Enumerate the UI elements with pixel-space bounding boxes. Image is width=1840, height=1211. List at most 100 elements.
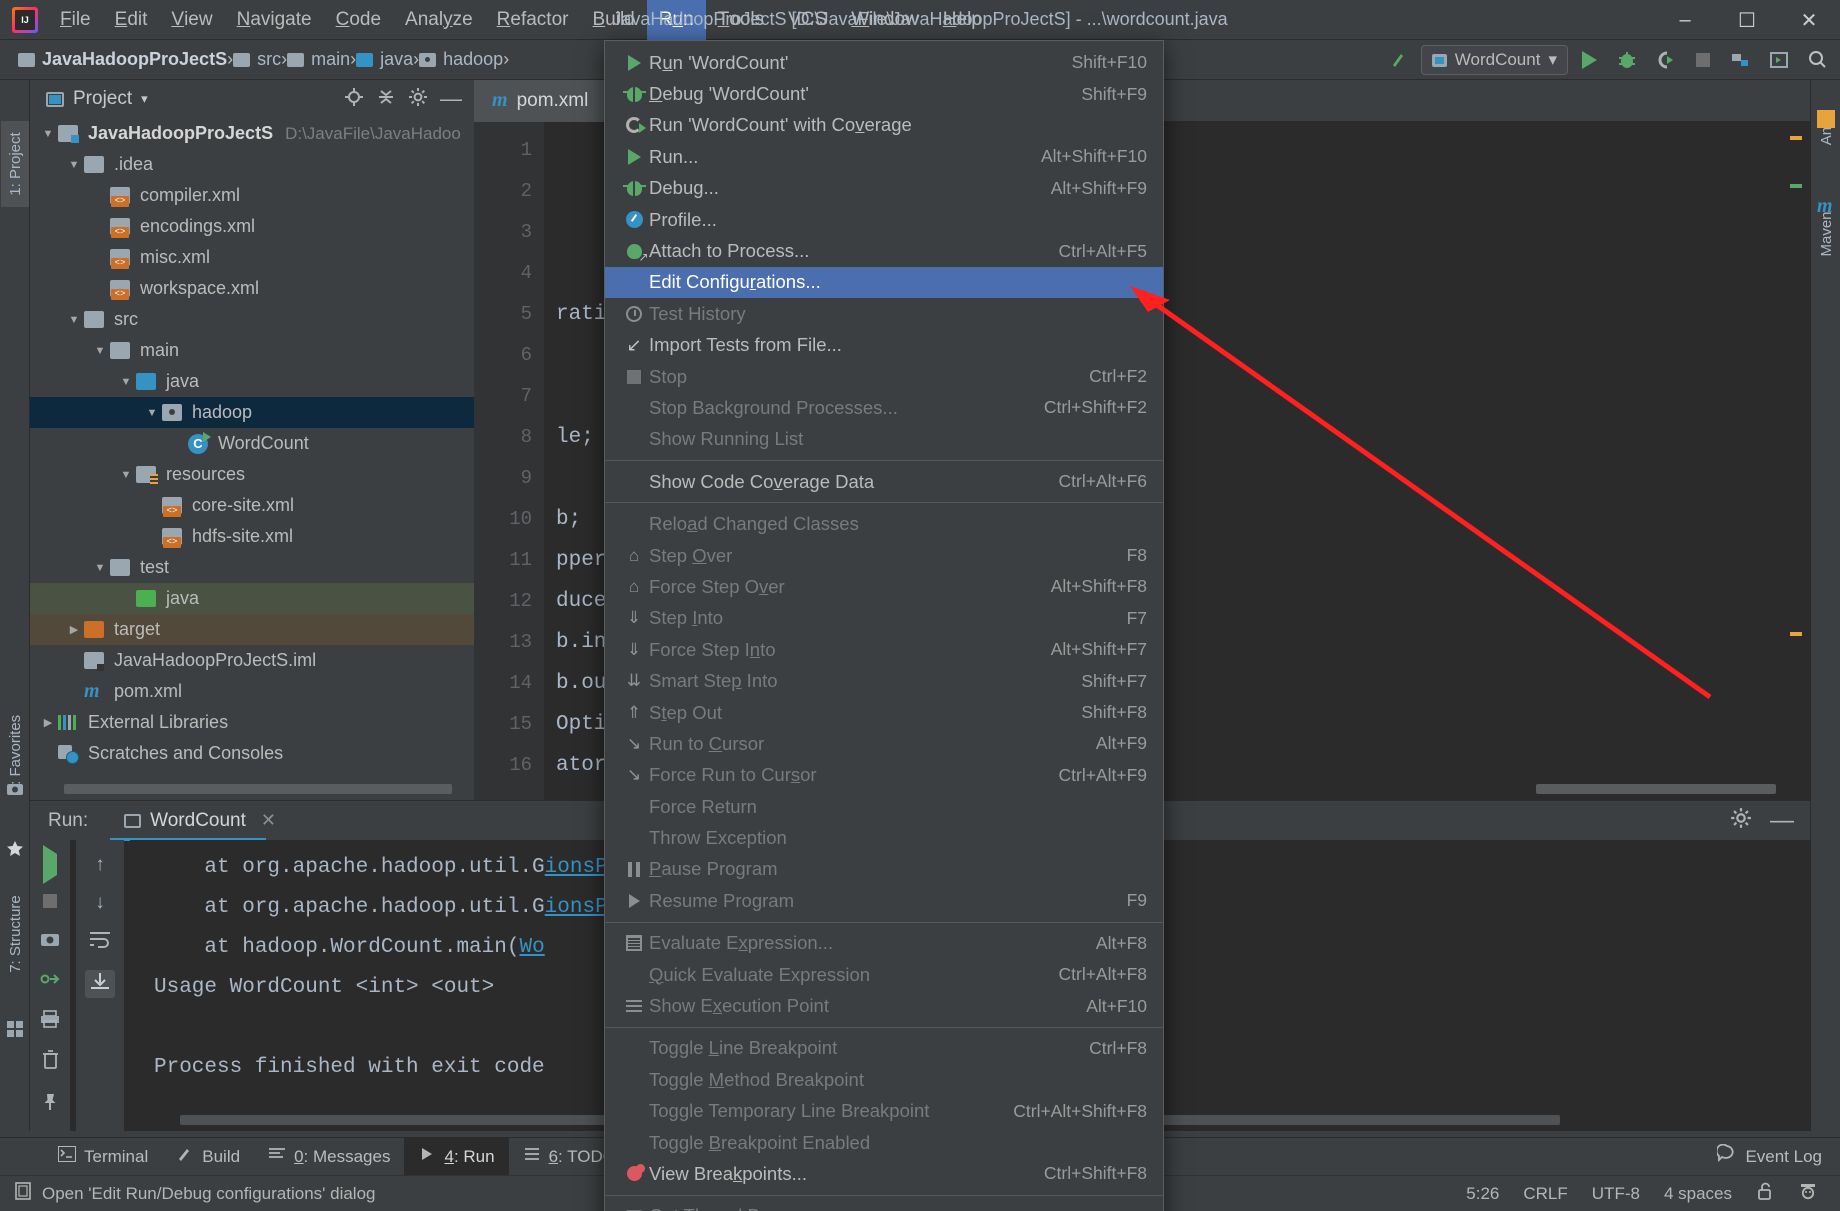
tree-node-compiler.xml[interactable]: compiler.xml bbox=[30, 180, 474, 211]
breadcrumb-item-JavaHadoopProJectS[interactable]: JavaHadoopProJectS bbox=[18, 49, 227, 70]
tree-node-main[interactable]: main bbox=[30, 335, 474, 366]
menu-item-toggle-line-breakpoint[interactable]: Toggle Line Breakpoint Ctrl+F8 bbox=[605, 1033, 1163, 1064]
camera-icon[interactable] bbox=[6, 780, 24, 798]
menu-item-debug-wordcount[interactable]: Debug 'WordCount' Shift+F9 bbox=[605, 78, 1163, 109]
scroll-up-icon[interactable]: ↑ bbox=[95, 854, 105, 876]
window-controls[interactable]: – ☐ ✕ bbox=[1654, 0, 1840, 40]
sidebar-item-ant[interactable]: Ant bbox=[1812, 96, 1840, 172]
settings-gear-icon[interactable] bbox=[1730, 807, 1752, 835]
menu-item-toggle-breakpoint-enabled[interactable]: Toggle Breakpoint Enabled bbox=[605, 1127, 1163, 1158]
toolbar-right-actions[interactable]: WordCount ▾ bbox=[1383, 40, 1834, 80]
breadcrumb-item-java[interactable]: java bbox=[356, 49, 413, 70]
menu-item-smart-step-into[interactable]: ⇊ Smart Step Into Shift+F7 bbox=[605, 665, 1163, 696]
tree-toggle-down-icon[interactable] bbox=[116, 376, 136, 388]
hector-icon[interactable] bbox=[1798, 1181, 1818, 1206]
updates-icon[interactable] bbox=[1762, 43, 1796, 77]
sidebar-item-structure[interactable]: 7: Structure bbox=[1, 891, 29, 977]
tree-node-hdfs-site.xml[interactable]: hdfs-site.xml bbox=[30, 521, 474, 552]
run-window-header-tools[interactable]: — bbox=[1730, 807, 1810, 835]
hide-panel-icon[interactable]: — bbox=[440, 88, 462, 110]
menubar-item-navigate[interactable]: Navigate bbox=[225, 0, 324, 40]
project-tree[interactable]: JavaHadoopProJectSD:\JavaFile\JavaHadoo … bbox=[30, 118, 474, 778]
menu-item-reload-changed-classes[interactable]: Reload Changed Classes bbox=[605, 508, 1163, 539]
indent-setting[interactable]: 4 spaces bbox=[1664, 1184, 1732, 1204]
run-menu-popup[interactable]: Run 'WordCount' Shift+F10 Debug 'WordCou… bbox=[604, 40, 1164, 1211]
status-right-group[interactable]: 5:26 CRLF UTF-8 4 spaces bbox=[1466, 1181, 1840, 1206]
pin-icon[interactable] bbox=[40, 1092, 60, 1118]
run-actions-column-1[interactable] bbox=[30, 840, 70, 1131]
bottom-tab-0-messages[interactable]: 0: Messages bbox=[254, 1138, 404, 1176]
tree-toggle-down-icon[interactable] bbox=[90, 345, 110, 357]
scroll-to-end-icon[interactable] bbox=[85, 970, 115, 998]
tree-node-Scratches and Consoles[interactable]: Scratches and Consoles bbox=[30, 738, 474, 769]
dump-threads-icon[interactable] bbox=[40, 970, 60, 994]
bottom-tab-terminal[interactable]: Terminal bbox=[44, 1138, 162, 1176]
menubar-item-analyze[interactable]: Anal y ze bbox=[393, 0, 485, 40]
menu-item-step-into[interactable]: ⇓ Step Into F7 bbox=[605, 603, 1163, 634]
menu-item-pause-program[interactable]: Pause Program bbox=[605, 854, 1163, 885]
project-panel-tools[interactable]: — bbox=[344, 87, 468, 112]
menu-item-run[interactable]: Run... Alt+Shift+F10 bbox=[605, 141, 1163, 172]
breadcrumb-item-src[interactable]: src bbox=[233, 49, 281, 70]
menu-item-get-thread-dump[interactable]: Get Thread Dump bbox=[605, 1201, 1163, 1211]
project-tree-hscrollbar[interactable] bbox=[64, 784, 452, 794]
file-encoding[interactable]: UTF-8 bbox=[1592, 1184, 1640, 1204]
menu-item-test-history[interactable]: Test History bbox=[605, 298, 1163, 329]
event-log-button[interactable]: Event Log bbox=[1716, 1143, 1840, 1169]
screenshot-icon[interactable] bbox=[40, 930, 60, 954]
menu-item-step-out[interactable]: ⇑ Step Out Shift+F8 bbox=[605, 697, 1163, 728]
tree-node-JavaHadoopProJectS.iml[interactable]: JavaHadoopProJectS.iml bbox=[30, 645, 474, 676]
menu-item-edit-configurations[interactable]: Edit Configurations... bbox=[605, 266, 1163, 299]
menu-item-attach-to-process[interactable]: Attach to Process... Ctrl+Alt+F5 bbox=[605, 235, 1163, 266]
print-icon[interactable] bbox=[40, 1010, 60, 1034]
project-structure-icon[interactable] bbox=[1724, 43, 1758, 77]
stack-trace-link[interactable]: Wo bbox=[519, 936, 544, 959]
stop-icon[interactable] bbox=[1686, 43, 1720, 77]
tree-node-JavaHadoopProJectS[interactable]: JavaHadoopProJectS D:\JavaFile\JavaHadoo bbox=[30, 118, 474, 149]
tree-toggle-right-icon[interactable] bbox=[38, 716, 58, 729]
tree-node-WordCount[interactable]: WordCount bbox=[30, 428, 474, 459]
run-coverage-icon[interactable] bbox=[1648, 43, 1682, 77]
menu-item-show-code-coverage-data[interactable]: Show Code Coverage Data Ctrl+Alt+F6 bbox=[605, 466, 1163, 497]
tree-toggle-down-icon[interactable] bbox=[64, 159, 84, 171]
tree-node-External Libraries[interactable]: External Libraries bbox=[30, 707, 474, 738]
left-tool-rail[interactable]: 1: Project 2: Favorites 7: Structure bbox=[0, 80, 30, 1131]
project-panel-title-group[interactable]: Project ▾ bbox=[46, 88, 148, 110]
menubar-item-view[interactable]: View bbox=[159, 0, 224, 40]
unlocked-icon[interactable] bbox=[1756, 1181, 1774, 1206]
menubar-item-code[interactable]: Code bbox=[324, 0, 393, 40]
bottom-tab-build[interactable]: Build bbox=[162, 1138, 254, 1176]
menu-item-resume-program[interactable]: Resume Program F9 bbox=[605, 885, 1163, 916]
breadcrumb[interactable]: JavaHadoopProJectS › src › main › java ›… bbox=[0, 49, 509, 70]
tree-node-java[interactable]: java bbox=[30, 583, 474, 614]
menu-item-stop-background-processes[interactable]: Stop Background Processes... Ctrl+Shift+… bbox=[605, 392, 1163, 423]
close-icon[interactable]: ✕ bbox=[261, 810, 276, 831]
menu-item-step-over[interactable]: ⌂ Step Over F8 bbox=[605, 540, 1163, 571]
menu-item-quick-evaluate-expression[interactable]: Quick Evaluate Expression Ctrl+Alt+F8 bbox=[605, 959, 1163, 990]
menubar-item-file[interactable]: File bbox=[48, 0, 103, 40]
chevron-down-icon[interactable]: ▾ bbox=[1548, 50, 1557, 70]
run-configuration-selector[interactable]: WordCount ▾ bbox=[1420, 45, 1568, 75]
menu-item-import-tests-from-file[interactable]: ↙ Import Tests from File... bbox=[605, 330, 1163, 361]
menubar-item-edit[interactable]: Edit bbox=[103, 0, 160, 40]
sidebar-item-project[interactable]: 1: Project bbox=[1, 121, 29, 207]
editor-hscrollbar[interactable] bbox=[1536, 784, 1776, 794]
menu-item-run-wordcount-with-coverage[interactable]: Run 'WordCount' with Coverage bbox=[605, 110, 1163, 141]
menu-item-run-to-cursor[interactable]: ↘ Run to Cursor Alt+F9 bbox=[605, 728, 1163, 759]
tree-toggle-down-icon[interactable] bbox=[116, 469, 136, 481]
right-tool-rail[interactable]: Ant Maven m bbox=[1810, 80, 1840, 1131]
maximize-button[interactable]: ☐ bbox=[1716, 0, 1778, 40]
tree-toggle-down-icon[interactable] bbox=[90, 562, 110, 574]
tree-node-encodings.xml[interactable]: encodings.xml bbox=[30, 211, 474, 242]
tree-toggle-down-icon[interactable] bbox=[142, 407, 162, 419]
tree-node-pom.xml[interactable]: m pom.xml bbox=[30, 676, 474, 707]
rerun-icon[interactable] bbox=[43, 845, 57, 884]
locate-icon[interactable] bbox=[344, 87, 364, 112]
tree-node-test[interactable]: test bbox=[30, 552, 474, 583]
editor-tab-pom-xml[interactable]: m pom.xml bbox=[474, 79, 607, 122]
tree-node-src[interactable]: src bbox=[30, 304, 474, 335]
hide-panel-icon[interactable]: — bbox=[1770, 808, 1794, 832]
make-project-icon[interactable] bbox=[1383, 43, 1417, 77]
stop-icon[interactable] bbox=[43, 892, 57, 914]
chevron-down-icon[interactable]: ▾ bbox=[141, 91, 148, 107]
